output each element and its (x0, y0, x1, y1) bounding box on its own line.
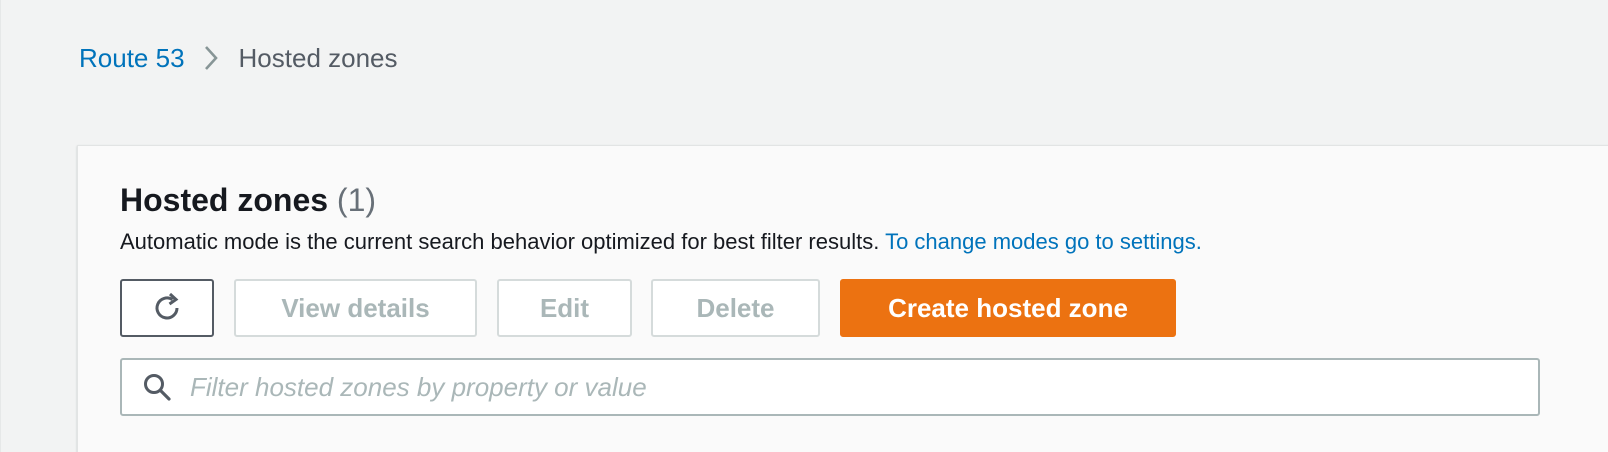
page: Route 53 Hosted zones Hosted zones (1) A… (0, 0, 1608, 452)
refresh-button[interactable] (120, 279, 214, 337)
view-details-button[interactable]: View details (234, 279, 477, 337)
breadcrumb-current: Hosted zones (238, 42, 398, 73)
filter-search-box[interactable] (120, 358, 1540, 416)
page-title: Hosted zones (1) (120, 182, 376, 219)
edit-button[interactable]: Edit (497, 279, 632, 337)
delete-button[interactable]: Delete (651, 279, 820, 337)
description-text: Automatic mode is the current search beh… (120, 229, 880, 254)
filter-search-input[interactable] (188, 359, 1538, 415)
refresh-icon (149, 290, 185, 326)
breadcrumb-route53-link[interactable]: Route 53 (79, 43, 185, 74)
chevron-right-icon (203, 44, 219, 72)
search-icon (142, 372, 172, 402)
search-mode-description: Automatic mode is the current search beh… (120, 229, 1202, 255)
breadcrumb: Route 53 Hosted zones (79, 38, 398, 78)
create-hosted-zone-button[interactable]: Create hosted zone (840, 279, 1176, 337)
page-title-text: Hosted zones (120, 182, 329, 218)
settings-link[interactable]: To change modes go to settings. (885, 229, 1202, 254)
hosted-zones-count: (1) (336, 182, 377, 218)
hosted-zones-panel: Hosted zones (1) Automatic mode is the c… (77, 145, 1608, 452)
